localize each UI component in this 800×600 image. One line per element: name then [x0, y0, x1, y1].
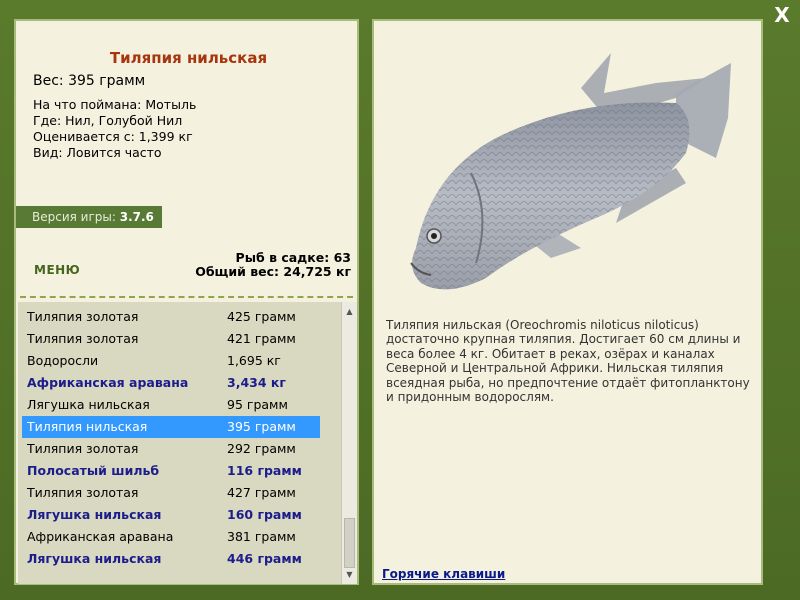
list-item[interactable]: Лягушка нильская 446 грамм	[22, 548, 320, 570]
list-item[interactable]: Тиляпия золотая 421 грамм	[22, 328, 320, 350]
fish-frequency: Вид: Ловится часто	[33, 145, 162, 160]
fish-value: Оценивается с: 1,399 кг	[33, 129, 193, 144]
fish-name: Тиляпия золотая	[27, 331, 139, 346]
version-badge: Версия игры: 3.7.6	[16, 206, 162, 228]
version-value: 3.7.6	[119, 210, 154, 224]
tilapia-image	[410, 53, 731, 290]
fish-title: Тиляпия нильская	[109, 49, 268, 67]
list-item[interactable]: Тиляпия золотая 292 грамм	[22, 438, 320, 460]
divider	[20, 296, 353, 298]
fish-details: На что поймана: Мотыль Где: Нил, Голубой…	[33, 97, 196, 161]
fish-name: Водоросли	[27, 353, 99, 368]
fish-name: Африканская аравана	[27, 529, 174, 544]
fish-name: Лягушка нильская	[27, 551, 162, 566]
arrow-down-icon[interactable]: ▼	[342, 567, 357, 582]
fish-weight-value: 95 грамм	[227, 397, 288, 412]
fish-weight-value: 292 грамм	[227, 441, 296, 456]
fish-weight-value: 425 грамм	[227, 309, 296, 324]
fish-info-panel: Тиляпия нильская Вес: 395 грамм На что п…	[14, 19, 359, 585]
fish-weight-value: 446 грамм	[227, 551, 302, 566]
version-label: Версия игры:	[32, 210, 116, 224]
fish-weight-value: 116 грамм	[227, 463, 302, 478]
close-button[interactable]: X	[772, 4, 792, 26]
fish-description: Тиляпия нильская (Oreochromis niloticus …	[386, 318, 750, 405]
list-item[interactable]: Африканская аравана 3,434 кг	[22, 372, 320, 394]
fish-name: Тиляпия золотая	[27, 485, 139, 500]
menu-button[interactable]: МЕНЮ	[34, 263, 80, 277]
fish-photo	[376, 23, 759, 308]
cage-total-weight: Общий вес: 24,725 кг	[195, 264, 351, 279]
fish-weight-value: 395 грамм	[227, 419, 296, 434]
fish-weight-value: 421 грамм	[227, 331, 296, 346]
cage-count: Рыб в садке: 63	[235, 250, 351, 265]
list-item[interactable]: Полосатый шильб 116 грамм	[22, 460, 320, 482]
fish-name: Лягушка нильская	[27, 507, 162, 522]
list-item[interactable]: Лягушка нильская 160 грамм	[22, 504, 320, 526]
list-item[interactable]: Тиляпия нильская 395 грамм	[22, 416, 320, 438]
close-icon[interactable]: X	[774, 3, 789, 27]
fish-weight-value: 160 грамм	[227, 507, 302, 522]
list-item[interactable]: Тиляпия золотая 427 грамм	[22, 482, 320, 504]
fish-name: Лягушка нильская	[27, 397, 150, 412]
fish-weight-value: 3,434 кг	[227, 375, 286, 390]
list-item[interactable]: Водоросли 1,695 кг	[22, 350, 320, 372]
list-item[interactable]: Лягушка нильская 95 грамм	[22, 394, 320, 416]
fish-weight-value: 427 грамм	[227, 485, 296, 500]
scroll-thumb[interactable]	[344, 518, 355, 568]
list-scrollbar[interactable]: ▲ ▼	[341, 302, 357, 584]
cage-stats: Рыб в садке: 63 Общий вес: 24,725 кг	[195, 251, 351, 279]
fish-image-panel: Тиляпия нильская (Oreochromis niloticus …	[372, 19, 763, 585]
fish-weight-value: 381 грамм	[227, 529, 296, 544]
fish-name: Африканская аравана	[27, 375, 189, 390]
list-item[interactable]: Африканская аравана 381 грамм	[22, 526, 320, 548]
fish-location: Где: Нил, Голубой Нил	[33, 113, 183, 128]
arrow-up-icon[interactable]: ▲	[342, 304, 357, 319]
fish-weight-value: 1,695 кг	[227, 353, 281, 368]
fish-bait: На что поймана: Мотыль	[33, 97, 197, 112]
fish-name: Тиляпия нильская	[27, 419, 148, 434]
fish-name: Полосатый шильб	[27, 463, 160, 478]
fish-name: Тиляпия золотая	[27, 309, 139, 324]
fish-weight: Вес: 395 грамм	[33, 73, 146, 89]
hotkeys-link[interactable]: Горячие клавиши	[382, 567, 505, 581]
caught-fish-list[interactable]: Тиляпия золотая 425 грамм Тиляпия золотая 4…	[18, 302, 341, 584]
fish-name: Тиляпия золотая	[27, 441, 139, 456]
list-item[interactable]: Тиляпия золотая 425 грамм	[22, 306, 320, 328]
